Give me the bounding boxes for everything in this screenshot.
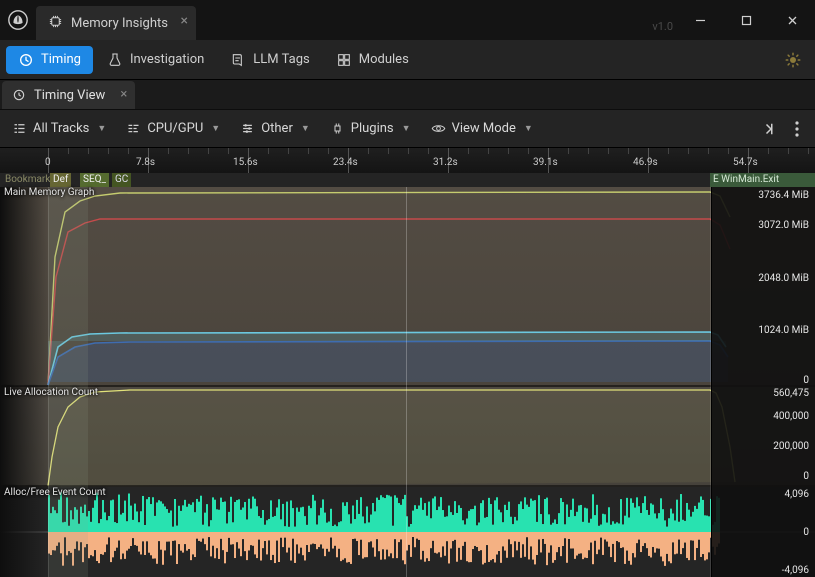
tool-plugins[interactable]: Plugins ▼ [322,116,419,141]
yaxis-label: 4,096 [785,489,809,500]
yaxis-alloc-free: 4,096 0 -4,096 [711,487,815,577]
time-ruler[interactable]: 0 7.8s 15.6s 23.4s 31.2s 39.1s 46.9s 54.7s [0,148,815,173]
ruler-tick-label: 54.7s [733,157,758,168]
tab-label: Modules [359,52,409,67]
panel-title: Alloc/Free Event Count [4,487,106,498]
chevron-down-icon: ▼ [97,123,106,134]
tab-label: Timing [41,52,81,67]
dock-right-icon[interactable] [751,115,779,143]
tab-timing[interactable]: Timing [6,46,93,74]
mode-tabs: Timing Investigation LLM Tags Modules [0,40,815,80]
yaxis-label: -4,096 [782,565,809,576]
ruler-tick-label: 46.9s [633,157,658,168]
tab-modules[interactable]: Modules [324,46,421,74]
tool-cpu-gpu[interactable]: CPU/GPU ▼ [118,116,228,141]
window-tab-memory-insights[interactable]: Memory Insights × [36,6,196,40]
ruler-tick-label: 23.4s [333,157,358,168]
tool-label: All Tracks [33,121,89,136]
panel-title: Main Memory Graph [4,187,94,198]
subtab-strip: Timing View × [0,80,815,110]
yaxis-live-alloc: 560,475 400,000 200,000 0 [711,387,815,487]
bookmark-lane-label: Bookmark [2,173,53,187]
yaxis-label: 2048.0 MiB [758,273,809,284]
yaxis-label: 400,000 [773,411,809,422]
chip-icon [48,14,63,33]
time-cursor[interactable] [406,187,407,577]
startup-band [48,187,88,577]
chevron-down-icon: ▼ [524,123,533,134]
tool-all-tracks[interactable]: All Tracks ▼ [4,116,114,141]
yaxis-label: 0 [803,527,809,538]
ruler-tick-label: 0 [45,157,51,168]
yaxis-label: 3072.0 MiB [758,220,809,231]
version-label: v1.0 [652,20,673,33]
tab-label: Investigation [130,52,204,67]
bookmark-def[interactable]: Def [50,173,71,187]
yaxis-main-memory: 3736.4 MiB 3072.0 MiB 2048.0 MiB 1024.0 MiB… [711,187,815,387]
overflow-menu-icon[interactable] [783,115,811,143]
live-alloc-chart [0,387,815,487]
subtab-label: Timing View [34,88,105,103]
panel-title: Live Allocation Count [4,387,98,398]
main-memory-chart [0,187,815,387]
window-tab-title: Memory Insights [71,16,168,31]
panel-alloc-free[interactable]: Alloc/Free Event Count 4,096 0 -4,096 [0,487,815,577]
bookmark-seq[interactable]: SEQ_ [80,173,109,187]
panel-live-alloc[interactable]: Live Allocation Count 560,475 400,000 200,… [0,387,815,487]
tool-other[interactable]: Other ▼ [232,116,318,141]
yaxis-label: 0 [803,471,809,482]
tool-label: CPU/GPU [147,121,203,136]
bookmark-lane: Bookmark Def SEQ_ GC E WinMain.Exit [0,173,815,187]
yaxis-label: 200,000 [773,441,809,452]
panel-main-memory[interactable]: Main Memory Graph 3736.4 MiB 3072.0 MiB 20… [0,187,815,387]
close-tab-icon[interactable]: × [180,14,187,28]
unreal-logo-icon [0,0,36,40]
tool-label: Other [261,121,293,136]
left-fade [0,187,48,577]
tool-view-mode[interactable]: View Mode ▼ [423,116,541,141]
yaxis-label: 0 [803,375,809,386]
window-maximize-button[interactable] [723,0,769,40]
window-minimize-button[interactable] [677,0,723,40]
ruler-tick-label: 39.1s [533,157,558,168]
yaxis-label: 1024.0 MiB [758,325,809,336]
toolbar: All Tracks ▼ CPU/GPU ▼ Other ▼ Plugins ▼ Vie… [0,110,815,148]
window-close-button[interactable] [769,0,815,40]
ruler-tick-label: 31.2s [433,157,458,168]
alloc-free-chart [0,487,815,577]
chevron-down-icon: ▼ [402,123,411,134]
chevron-down-icon: ▼ [211,123,220,134]
yaxis-label: 3736.4 MiB [758,190,809,201]
timeline-canvas[interactable]: 0 7.8s 15.6s 23.4s 31.2s 39.1s 46.9s 54.7s Book… [0,148,815,577]
bookmark-gc[interactable]: GC [112,173,131,187]
tab-llm-tags[interactable]: LLM Tags [218,46,321,74]
tab-investigation[interactable]: Investigation [95,46,216,74]
tool-label: Plugins [351,121,394,136]
ruler-tick-label: 15.6s [233,157,258,168]
ruler-tick-label: 7.8s [136,157,155,168]
yaxis-label: 560,475 [773,388,809,399]
tool-label: View Mode [452,121,516,136]
light-mode-icon[interactable] [777,44,809,76]
titlebar: Memory Insights × v1.0 [0,0,815,40]
subtab-timing-view[interactable]: Timing View × [2,81,135,109]
bookmark-exit[interactable]: E WinMain.Exit [710,173,815,187]
time-marker-zero [48,187,49,577]
chevron-down-icon: ▼ [301,123,310,134]
close-subtab-icon[interactable]: × [120,87,127,102]
tab-label: LLM Tags [253,52,309,67]
